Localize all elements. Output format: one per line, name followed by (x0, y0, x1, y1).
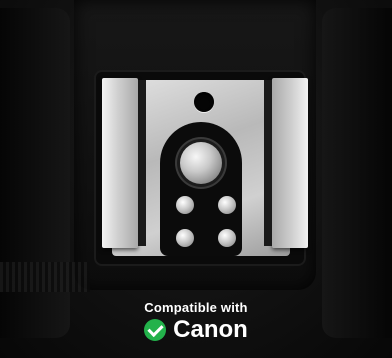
rail-gap-right (264, 80, 272, 246)
rail-gap-left (138, 80, 146, 246)
caption-line: Compatible with (144, 300, 248, 315)
center-contact-pin (180, 142, 222, 184)
hot-shoe-photo: Compatible with Canon (0, 0, 392, 358)
brand-row: Canon (144, 318, 248, 342)
hot-shoe-rail-right (272, 78, 308, 248)
textured-edge (0, 262, 90, 292)
contact-pin (176, 196, 194, 214)
brand-name: Canon (173, 316, 248, 343)
lock-pin-hole (194, 92, 214, 112)
hot-shoe-rail-left (102, 78, 138, 248)
contact-pin (176, 229, 194, 247)
check-circle-icon (144, 319, 167, 341)
contact-pin (218, 229, 236, 247)
contact-pin (218, 196, 236, 214)
camera-body-right (322, 8, 392, 338)
compatibility-caption: Compatible with Canon (0, 300, 392, 345)
